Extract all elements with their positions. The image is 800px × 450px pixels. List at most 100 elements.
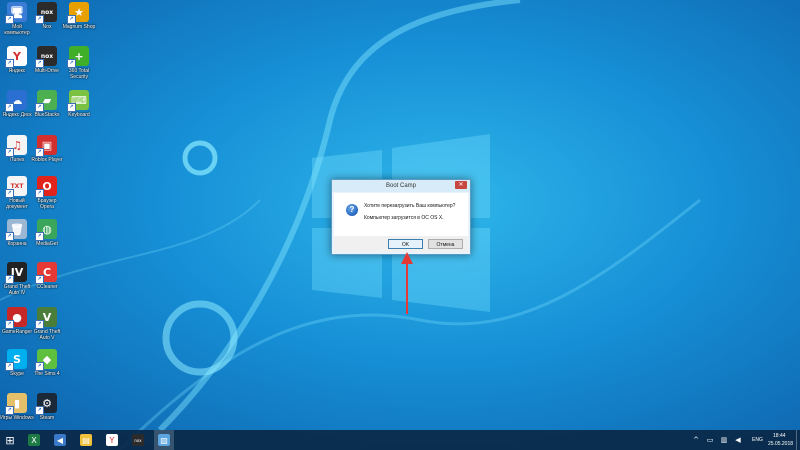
action-center-icon[interactable]: ▭	[706, 436, 714, 444]
shortcut-arrow-icon: ↗	[5, 406, 14, 415]
desktop-icon[interactable]: 🖥 ↗ Мой компьютер	[0, 2, 34, 36]
desktop-icon[interactable]: ⌨ ↗ Keyboard	[62, 90, 96, 118]
dialog-footer: OK Отмена	[334, 236, 468, 252]
taskbar-yandex-button[interactable]: Y	[102, 430, 122, 450]
cancel-button[interactable]: Отмена	[428, 239, 463, 249]
desktop-icon[interactable]: Y ↗ Яндекс	[0, 46, 34, 74]
desktop-icon[interactable]: ◍ ↗ MediaGet	[30, 219, 64, 247]
app-icon: S ↗	[5, 349, 27, 371]
desktop-icon[interactable]: nox ↗ Nox	[30, 2, 64, 30]
desktop-icon-label: Яндекс	[8, 68, 26, 74]
volume-icon[interactable]: ◀	[734, 436, 742, 444]
desktop-icon-label: Игры Windows	[0, 415, 34, 421]
app-icon: ⚙ ↗	[35, 393, 57, 415]
app-icon: ★ ↗	[67, 2, 89, 24]
windows-logo-icon: ⊞	[5, 433, 15, 447]
start-button[interactable]: ⊞	[0, 430, 20, 450]
desktop-icon-label: MediaGet	[36, 241, 58, 247]
desktop: 🖥 ↗ Мой компьютер nox ↗ Nox ★ ↗ Magnum Shop Y ↗ Янд…	[0, 0, 800, 450]
clock-time[interactable]: 18:44	[773, 433, 786, 439]
desktop-icon[interactable]: TXT ↗ Новый документ	[0, 176, 34, 210]
desktop-icon[interactable]: ● ↗ GameRanger	[0, 307, 34, 335]
desktop-icon[interactable]: ⚙ ↗ Steam	[30, 393, 64, 421]
desktop-icon-label: Новый документ	[6, 198, 28, 210]
desktop-icon-label: Keyboard	[68, 112, 90, 118]
shortcut-arrow-icon: ↗	[35, 189, 44, 198]
app-icon: ● ↗	[5, 307, 27, 329]
app-icon: V ↗	[35, 307, 57, 329]
dialog-question-text: Хотите перезагрузить Ваш компьютер?	[364, 203, 456, 209]
shortcut-arrow-icon: ↗	[35, 15, 44, 24]
desktop-icon[interactable]: nox ↗ Multi-Drive	[30, 46, 64, 74]
nox-icon: nox	[132, 434, 144, 446]
desktop-icon[interactable]: ☁ ↗ Яндекс Диск	[0, 90, 34, 118]
close-icon: ✕	[458, 182, 464, 188]
dialog-info-text: Компьютер загрузится в ОС OS X.	[364, 215, 444, 221]
desktop-icon-label: BlueStacks	[34, 112, 60, 118]
close-button[interactable]: ✕	[455, 181, 467, 189]
taskbar-bootcamp-button[interactable]: ▨	[154, 430, 174, 450]
shortcut-arrow-icon: ↗	[67, 15, 76, 24]
desktop-icon-label: iTunes	[9, 157, 25, 163]
ok-button[interactable]: OK	[388, 239, 423, 249]
desktop-icon[interactable]: C ↗ CCleaner	[30, 262, 64, 290]
desktop-icon[interactable]: ♫ ↗ iTunes	[0, 135, 34, 163]
app-icon: ⌨ ↗	[67, 90, 89, 112]
shortcut-arrow-icon: ↗	[5, 320, 14, 329]
desktop-icon-label: GameRanger	[1, 329, 32, 335]
desktop-icon[interactable]: IV ↗ Grand Theft Auto IV	[0, 262, 34, 296]
yandex-icon: Y	[106, 434, 118, 446]
taskbar-speaker-button[interactable]: ◀	[50, 430, 70, 450]
app-icon: TXT ↗	[5, 176, 27, 198]
desktop-icon-label: Корзина	[7, 241, 27, 247]
desktop-icon[interactable]: O ↗ Браузер Opera	[30, 176, 64, 210]
taskbar-nox-button[interactable]: nox	[128, 430, 148, 450]
network-icon[interactable]: ▥	[720, 436, 728, 444]
shortcut-arrow-icon: ↗	[67, 103, 76, 112]
desktop-icon[interactable]: ★ ↗ Magnum Shop	[62, 2, 96, 30]
desktop-icon[interactable]: ▮ ↗ Игры Windows	[0, 393, 34, 421]
desktop-icon-label: The Sims 4	[34, 371, 60, 377]
shortcut-arrow-icon: ↗	[5, 232, 14, 241]
explorer-icon: ▤	[80, 434, 92, 446]
shortcut-arrow-icon: ↗	[5, 15, 14, 24]
dialog-body: ? Хотите перезагрузить Ваш компьютер? Ко…	[334, 193, 468, 236]
desktop-icon[interactable]: V ↗ Grand Theft Auto V	[30, 307, 64, 341]
desktop-icon-label: Яндекс Диск	[2, 112, 32, 118]
desktop-icon-label: Steam	[39, 415, 55, 421]
desktop-icon-label: Grand Theft Auto V	[33, 329, 61, 341]
tray-expand-icon[interactable]: ^	[692, 436, 700, 444]
shortcut-arrow-icon: ↗	[35, 362, 44, 371]
desktop-icon[interactable]: + ↗ 360 Total Security	[62, 46, 96, 80]
app-icon: IV ↗	[5, 262, 27, 284]
desktop-icon[interactable]: S ↗ Skype	[0, 349, 34, 377]
shortcut-arrow-icon: ↗	[35, 275, 44, 284]
desktop-icon[interactable]: ◆ ↗ The Sims 4	[30, 349, 64, 377]
shortcut-arrow-icon: ↗	[5, 59, 14, 68]
app-icon: ♫ ↗	[5, 135, 27, 157]
shortcut-arrow-icon: ↗	[35, 232, 44, 241]
taskbar-explorer-button[interactable]: ▤	[76, 430, 96, 450]
desktop-icon-label: Roblox Player	[31, 157, 63, 163]
dialog-titlebar[interactable]: Boot Camp ✕	[332, 180, 470, 192]
taskbar-excel-button[interactable]: X	[24, 430, 44, 450]
desktop-icon-label: Magnum Shop	[62, 24, 96, 30]
desktop-icon-label: Мой компьютер	[4, 24, 30, 36]
app-icon: ☁ ↗	[5, 90, 27, 112]
show-desktop-button[interactable]	[796, 430, 800, 450]
taskbar: ⊞ X ◀ ▤ Ynox ▨ ^ ▭ ▥ ◀ ENG 18:44 25.05.2018	[0, 430, 800, 450]
desktop-icon[interactable]: ▣ ↗ Roblox Player	[30, 135, 64, 163]
desktop-icon[interactable]: 🗑 ↗ Корзина	[0, 219, 34, 247]
app-icon: ◍ ↗	[35, 219, 57, 241]
bootcamp-icon: ▨	[158, 434, 170, 446]
app-icon: 🗑 ↗	[5, 219, 27, 241]
app-icon: ◆ ↗	[35, 349, 57, 371]
dialog-title: Boot Camp	[385, 183, 416, 189]
desktop-icon-label: Браузер Opera	[37, 198, 57, 210]
desktop-icon-label: Grand Theft Auto IV	[3, 284, 31, 296]
shortcut-arrow-icon: ↗	[5, 148, 14, 157]
desktop-icon[interactable]: ▰ ↗ BlueStacks	[30, 90, 64, 118]
excel-icon: X	[28, 434, 40, 446]
language-indicator[interactable]: ENG	[752, 437, 763, 443]
clock-date[interactable]: 25.05.2018	[768, 441, 793, 447]
